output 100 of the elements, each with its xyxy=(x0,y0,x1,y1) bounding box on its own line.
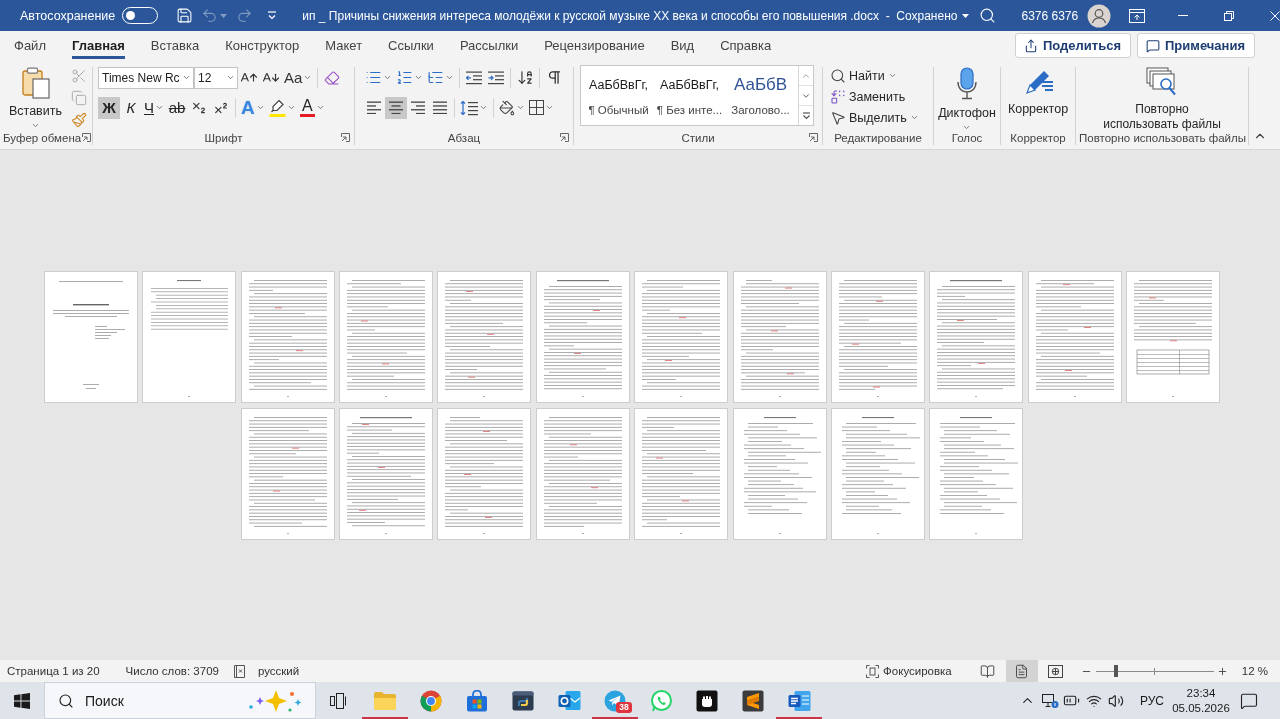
ribbon-tab[interactable]: Макет xyxy=(312,31,376,60)
group-label: Голос xyxy=(951,131,983,144)
ribbon-tab[interactable]: Вставка xyxy=(137,31,213,60)
align-center-icon xyxy=(388,101,404,114)
focus-icon xyxy=(866,664,880,678)
find-button[interactable]: Найти xyxy=(827,65,922,86)
change-case-button[interactable]: Aa xyxy=(282,66,315,89)
clock-date: 05.05.2026 xyxy=(1172,700,1230,716)
underline-button[interactable]: Ч xyxy=(142,96,166,119)
ribbon-tab[interactable]: Рассылки xyxy=(446,31,532,60)
redo-icon xyxy=(235,7,253,24)
search-field[interactable]: Поиск xyxy=(44,682,316,719)
select-button[interactable]: Выделить xyxy=(827,107,922,128)
strikethrough-button[interactable]: ab xyxy=(166,96,188,119)
dialog-launcher-button[interactable] xyxy=(340,132,351,143)
document-title: ип _ Причины снижения интереса молодёжи к русской музыке XX века и способы его повышения .docx - Сохранено xyxy=(302,8,958,23)
group-label: Редактирование xyxy=(834,131,922,144)
style-option[interactable]: АаБбВ Заголово... xyxy=(725,66,796,125)
chevron-down-icon xyxy=(909,113,919,122)
dropdown-line-icon xyxy=(267,11,278,20)
fist-icon xyxy=(696,689,718,712)
microphone-icon xyxy=(955,67,979,101)
book-x-icon xyxy=(232,664,246,678)
ribbon-tab[interactable]: Рецензирование xyxy=(531,31,658,60)
more-icon xyxy=(801,111,811,120)
paint-bucket-icon xyxy=(499,99,515,116)
undo-icon xyxy=(201,7,219,24)
chevron-down-icon xyxy=(31,121,40,130)
align-center-button[interactable] xyxy=(385,96,407,119)
circle-logo-icon xyxy=(420,689,442,712)
copy-icon xyxy=(71,90,87,106)
dictate-button[interactable]: Диктофон xyxy=(935,65,999,134)
italic-button[interactable]: К xyxy=(120,96,142,119)
chevron-down-icon xyxy=(545,103,554,112)
share-button[interactable]: Поделиться xyxy=(1014,33,1131,58)
font-color-button[interactable]: A xyxy=(297,96,327,119)
plus-icon xyxy=(1217,665,1229,677)
ribbon-tab[interactable]: Вид xyxy=(657,31,708,60)
print-layout-button[interactable] xyxy=(1005,660,1038,682)
taskbar-app-button[interactable]: 38 xyxy=(592,682,638,719)
input-language-button[interactable]: РУС xyxy=(1135,682,1168,719)
chevron-down-icon xyxy=(226,73,235,82)
group-label: Буфер обмена xyxy=(3,131,82,144)
chevron-down-icon xyxy=(516,103,525,112)
chevron-down-icon xyxy=(303,73,313,82)
multilevel-list-icon xyxy=(427,69,444,86)
mail-app-icon xyxy=(557,689,581,712)
chevron-down-icon xyxy=(479,103,488,112)
launcher-arrow-icon xyxy=(809,133,818,142)
share-icon xyxy=(1023,38,1038,53)
autosave-label: Автосохранение xyxy=(20,8,116,23)
globe-page-icon xyxy=(1048,664,1064,678)
clock-time: 23:34 xyxy=(1186,685,1216,701)
align-right-icon xyxy=(410,101,426,114)
page-icon xyxy=(1014,663,1030,679)
windows-logo-icon xyxy=(14,692,30,709)
style-option[interactable]: АаБбВвГг, ¶ Без инте... xyxy=(654,66,725,125)
search-icon xyxy=(58,692,74,709)
focus-button[interactable]: Фокусировка xyxy=(862,660,956,682)
font-size-field[interactable]: 12 xyxy=(194,66,238,89)
dialog-launcher-button[interactable] xyxy=(808,132,819,143)
chevron-down-icon xyxy=(383,73,392,82)
font-name-field[interactable]: Times New Rc xyxy=(98,66,194,89)
slider-thumb[interactable] xyxy=(1113,665,1118,677)
decrease-indent-icon xyxy=(466,70,482,85)
style-option[interactable]: АаБбВвГг, ¶ Обычный xyxy=(583,66,654,125)
stacked-windows-search-icon xyxy=(1146,67,1178,97)
dialog-launcher-button[interactable] xyxy=(81,132,93,143)
chevron-down-icon xyxy=(155,103,164,112)
comment-icon xyxy=(1146,38,1160,53)
box-arrow-up-icon xyxy=(1129,8,1146,23)
replace-icon xyxy=(830,88,846,105)
group-label: Шрифт xyxy=(204,131,243,144)
ribbon-tab[interactable]: Главная xyxy=(58,31,138,60)
replace-button[interactable]: Заменить xyxy=(827,86,922,107)
reuse-files-button[interactable]: Повторно использовать файлы xyxy=(1095,65,1229,134)
bold-button[interactable]: Ж xyxy=(98,96,120,119)
ribbon-tab[interactable]: Файл xyxy=(1,31,59,60)
ribbon-tab[interactable]: Конструктор xyxy=(212,31,313,60)
notification-badge: 38 xyxy=(616,702,632,713)
message-icon xyxy=(1240,691,1258,710)
paste-button[interactable]: Вставить xyxy=(6,65,65,132)
launcher-arrow-icon xyxy=(82,133,92,142)
align-left-icon xyxy=(366,101,382,114)
save-icon xyxy=(175,7,193,24)
dialog-launcher-button[interactable] xyxy=(559,132,570,143)
launcher-arrow-icon xyxy=(341,133,350,142)
page-count: Страница 1 из 20 xyxy=(7,665,100,677)
comments-button[interactable]: Примечания xyxy=(1137,33,1255,58)
minimize-icon xyxy=(1178,15,1189,16)
corrector-button[interactable]: Корректор xyxy=(1004,65,1072,119)
caret-down-icon xyxy=(961,13,969,18)
highlighter-icon xyxy=(268,98,286,117)
open-book-icon xyxy=(980,663,996,679)
launcher-arrow-icon xyxy=(560,133,569,142)
justify-icon xyxy=(432,101,448,114)
chevron-down-icon xyxy=(255,103,265,112)
ribbon-tab[interactable]: Ссылки xyxy=(375,31,447,60)
color-bar-icon xyxy=(299,114,315,117)
ribbon-tab[interactable]: Справка xyxy=(707,31,785,60)
